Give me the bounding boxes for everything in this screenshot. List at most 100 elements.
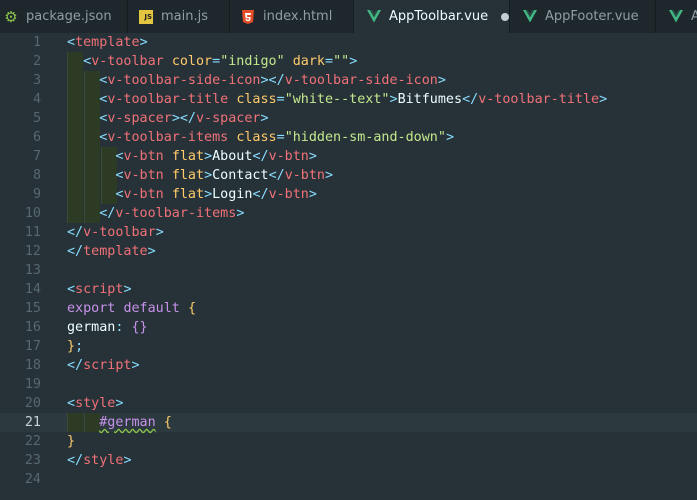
code-text: </v-toolbar>: [67, 223, 164, 242]
code-text: german: {}: [67, 318, 148, 337]
code-token: =: [212, 54, 221, 69]
code-line[interactable]: 22}: [0, 432, 697, 451]
code-line[interactable]: 1 <template>: [0, 33, 697, 52]
code-line[interactable]: 10 </v-toolbar-items>: [0, 204, 697, 223]
code-editor[interactable]: 1 <template> 2 <v-toolbar color="indigo" d…: [0, 33, 697, 500]
code-token: dark: [292, 54, 325, 69]
tab-index-html[interactable]: index.html: [230, 0, 354, 33]
line-number: 23: [24, 453, 41, 468]
code-token: v-btn: [123, 149, 164, 164]
code-token: color: [171, 54, 213, 69]
tab-label: A: [691, 9, 697, 24]
code-line[interactable]: 15 export default {: [0, 299, 697, 318]
code-line[interactable]: 24: [0, 470, 697, 489]
code-line[interactable]: 21 #german {: [0, 413, 697, 432]
code-token: >: [445, 130, 454, 145]
code-token: export: [67, 301, 116, 316]
code-line[interactable]: 20 <style>: [0, 394, 697, 413]
code-line[interactable]: 11 </v-toolbar>: [0, 223, 697, 242]
unsaved-changes-dot-icon[interactable]: [501, 12, 509, 21]
code-line[interactable]: 4 <v-toolbar-title class="white--text">B…: [0, 90, 697, 109]
code-token: </: [268, 168, 285, 183]
code-token: v-btn: [268, 187, 309, 202]
code-line[interactable]: 7 <v-btn flat>About</v-btn>: [0, 147, 697, 166]
code-token: =: [325, 54, 334, 69]
code-token: Contact: [212, 168, 269, 183]
tab-main-js[interactable]: JS main.js: [128, 0, 230, 33]
code-line[interactable]: 6 <v-toolbar-items class="hidden-sm-and-…: [0, 128, 697, 147]
code-line[interactable]: 3 <v-toolbar-side-icon></v-toolbar-side-…: [0, 71, 697, 90]
code-line[interactable]: 16 german: {}: [0, 318, 697, 337]
code-text: <style>: [67, 394, 123, 413]
code-token: german: [67, 320, 116, 335]
code-line[interactable]: 9 <v-btn flat>Login</v-btn>: [0, 185, 697, 204]
code-text: #german {: [67, 413, 172, 432]
code-token: class: [236, 92, 277, 107]
code-text: </style>: [67, 451, 132, 470]
code-line[interactable]: 2 <v-toolbar color="indigo" dark="">: [0, 52, 697, 71]
gear-icon: ⚙: [4, 7, 18, 26]
line-number: 20: [24, 396, 41, 411]
line-number: 5: [32, 111, 41, 126]
code-text: };: [67, 337, 83, 356]
tab-package-json[interactable]: ⚙ package.json: [0, 0, 128, 33]
tab-appfooter-vue[interactable]: AppFooter.vue: [510, 0, 656, 33]
code-token: v-toolbar-items: [115, 206, 237, 221]
line-number: 17: [24, 339, 41, 354]
vue-icon: [523, 9, 537, 24]
code-text: <v-toolbar-items class="hidden-sm-and-do…: [67, 128, 454, 147]
line-number: 19: [24, 377, 41, 392]
code-token: template: [83, 244, 148, 259]
code-text: <v-btn flat>Login</v-btn>: [67, 185, 317, 204]
code-token: >: [139, 35, 148, 50]
code-token: v-toolbar: [83, 225, 156, 240]
code-token: {: [163, 415, 172, 430]
code-line[interactable]: 19: [0, 375, 697, 394]
line-number: 11: [24, 225, 41, 240]
code-text: <v-toolbar-title class="white--text">Bit…: [67, 90, 607, 109]
line-number: 7: [32, 149, 41, 164]
code-token: >: [147, 244, 156, 259]
code-token: v-spacer: [107, 111, 172, 126]
code-line[interactable]: 14 <script>: [0, 280, 697, 299]
code-line[interactable]: 17};: [0, 337, 697, 356]
code-line[interactable]: 18 </script>: [0, 356, 697, 375]
tab-overflow[interactable]: A: [656, 0, 697, 33]
code-token: >: [123, 282, 132, 297]
code-line[interactable]: 12 </template>: [0, 242, 697, 261]
code-line[interactable]: 5 <v-spacer></v-spacer>: [0, 109, 697, 128]
line-number: 12: [24, 244, 41, 259]
code-token: <: [67, 396, 76, 411]
code-token: v-toolbar-side-icon: [284, 73, 438, 88]
code-line[interactable]: 8 <v-btn flat>Contact</v-btn>: [0, 166, 697, 185]
code-line[interactable]: 23 </style>: [0, 451, 697, 470]
code-token: About: [212, 149, 253, 164]
line-number: 13: [24, 263, 41, 278]
code-token: v-btn: [123, 168, 164, 183]
code-token: >: [349, 54, 358, 69]
vue-icon: [367, 9, 381, 24]
code-token: script: [83, 358, 132, 373]
tab-label: AppFooter.vue: [545, 9, 639, 24]
line-number: 2: [32, 54, 41, 69]
code-text: <script>: [67, 280, 132, 299]
code-token: ></: [171, 111, 196, 126]
code-token: </: [67, 225, 84, 240]
line-number: 15: [24, 301, 41, 316]
code-token: ></: [260, 73, 285, 88]
code-token: ;: [75, 339, 84, 354]
tab-apptoolbar-vue[interactable]: AppToolbar.vue: [354, 0, 510, 33]
code-line[interactable]: 13: [0, 261, 697, 280]
code-token: }: [67, 339, 76, 354]
